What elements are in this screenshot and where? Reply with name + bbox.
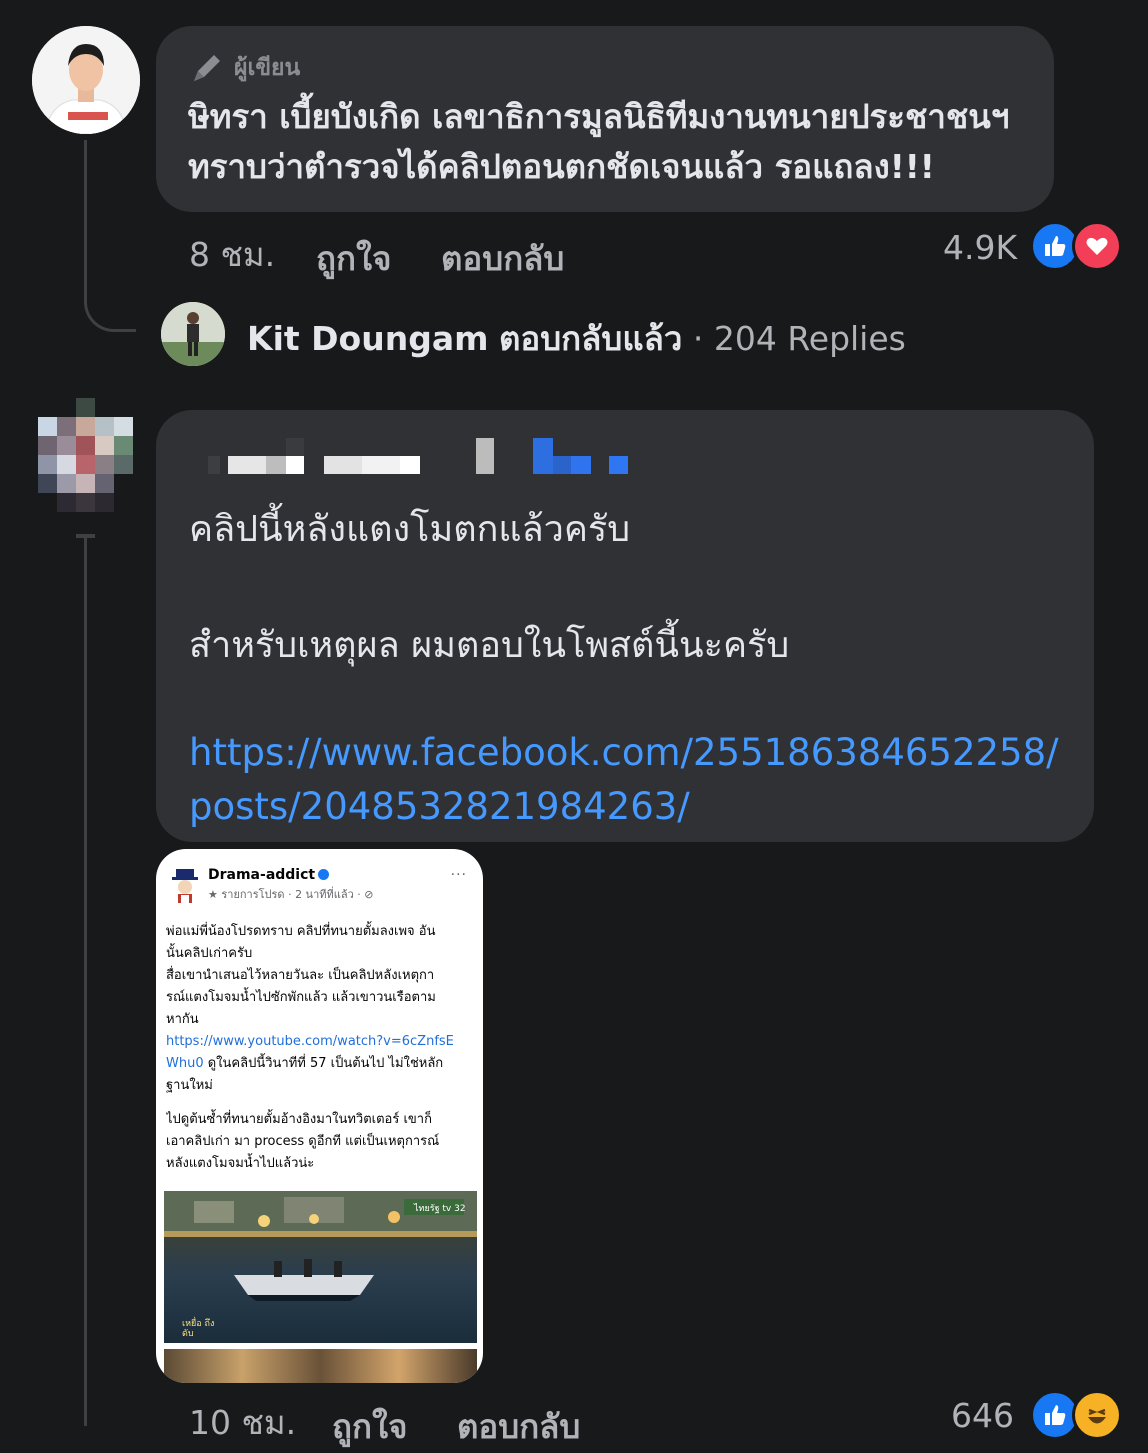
page-avatar-icon[interactable] [170,867,200,903]
post-line: รณ์แตงโมจมน้ำไปซักพักแล้ว แล้วเขาวนเรือต… [166,990,436,1005]
reply-button[interactable]: ตอบกลับ [441,232,564,285]
post-meta: ★ รายการโปรด · 2 นาทีที่แล้ว · ⊘ [208,888,374,901]
youtube-link[interactable]: https://www.youtube.com/watch?v=6cZnfsE [166,1031,472,1053]
profile-photo-icon [32,26,140,134]
post-line: เอาคลิปเก่า มา process ดูอีกที แต่เป็นเห… [166,1134,440,1149]
like-button[interactable]: ถูกใจ [332,1400,407,1453]
verified-icon [318,869,330,880]
post-line: หากัน [166,1012,199,1027]
commenter-avatar-pixelated[interactable] [38,398,134,514]
replies-summary[interactable]: Kit Doungam ตอบกลับแล้ว · 204 Replies [247,312,906,365]
post-header: Drama-addict ★ รายการโปรด · 2 นาทีที่แล้… [170,867,373,903]
profile-photo-icon [161,302,225,366]
post-line: ฐานใหม่ [166,1078,213,1093]
replied-label: ตอบกลับแล้ว [498,319,683,358]
haha-icon[interactable] [1072,1390,1122,1440]
comment-text-line: สำหรับเหตุผล ผมตอบในโพสต์นี้นะครับ [189,625,790,666]
comment-line: ทราบว่าตำรวจได้คลิปตอนตกชัดเจนแล้ว รอแถล… [188,147,935,186]
post-link-part[interactable]: https://www.facebook.com/255186384652258… [189,726,1079,780]
like-button[interactable]: ถูกใจ [316,232,391,285]
comment-time[interactable]: 8 ชม. [189,228,275,281]
page-name[interactable]: Drama-addict [208,867,373,883]
post-link-part[interactable]: posts/2048532821984263/ [189,780,1079,834]
replies-count[interactable]: · 204 Replies [693,319,906,358]
youtube-link[interactable]: Whu0 [166,1056,204,1071]
thread-connector [84,270,136,332]
love-icon[interactable] [1072,221,1122,271]
pen-icon [194,55,220,81]
more-options-icon[interactable]: ··· [451,867,467,883]
reaction-count[interactable]: 4.9K [943,228,1017,267]
comment-line: ษิทรา เบี้ยบังเกิด เลขาธิการมูลนิธิทีมงา… [188,97,1010,136]
commenter-avatar[interactable] [32,26,140,134]
post-link[interactable]: https://www.facebook.com/255186384652258… [189,726,1079,834]
post-line: นั้นคลิปเก่าครับ [166,946,253,961]
boat-photo[interactable]: ไทยรัฐ tv 32 เหยื่อ ถึงดับ [164,1191,477,1343]
reaction-count[interactable]: 646 [951,1396,1014,1435]
tv-logo: ไทยรัฐ tv 32 [414,1204,466,1214]
post-line: หลังแตงโมจมน้ำไปแล้วน่ะ [166,1156,315,1171]
post-line: ดูในคลิปนี้วินาทีที่ 57 เป็นต้นไป ไม่ใช่… [203,1056,444,1071]
commenter-name-redacted[interactable] [208,438,648,478]
author-badge-label: ผู้เขียน [234,55,301,81]
post-body: พ่อแม่พี่น้องโปรดทราบ คลิปที่ทนายตั้มลงเ… [166,921,472,1175]
comment-text: ษิทรา เบี้ยบังเกิด เลขาธิการมูลนิธิทีมงา… [188,92,1048,192]
comment-text-line: คลิปนี้หลังแตงโมตกแล้วครับ [189,509,631,550]
replier-name[interactable]: Kit Doungam [247,319,488,358]
post-line: ไปดูต้นซ้ำที่ทนายตั้มอ้างอิงมาในทวิตเตอร… [166,1112,432,1127]
author-badge: ผู้เขียน [190,50,300,86]
reply-button[interactable]: ตอบกลับ [457,1400,580,1453]
thread-line [84,534,87,1426]
comment-time[interactable]: 10 ชม. [189,1396,296,1449]
replier-avatar[interactable] [161,302,225,366]
second-photo-preview[interactable] [164,1349,477,1383]
post-line: สื่อเขานำเสนอไว้หลายวันละ เป็นคลิปหลังเห… [166,968,435,983]
attached-screenshot[interactable]: Drama-addict ★ รายการโปรด · 2 นาทีที่แล้… [156,849,483,1383]
photo-caption: เหยื่อ ถึงดับ [182,1319,215,1339]
post-line: พ่อแม่พี่น้องโปรดทราบ คลิปที่ทนายตั้มลงเ… [166,924,436,939]
